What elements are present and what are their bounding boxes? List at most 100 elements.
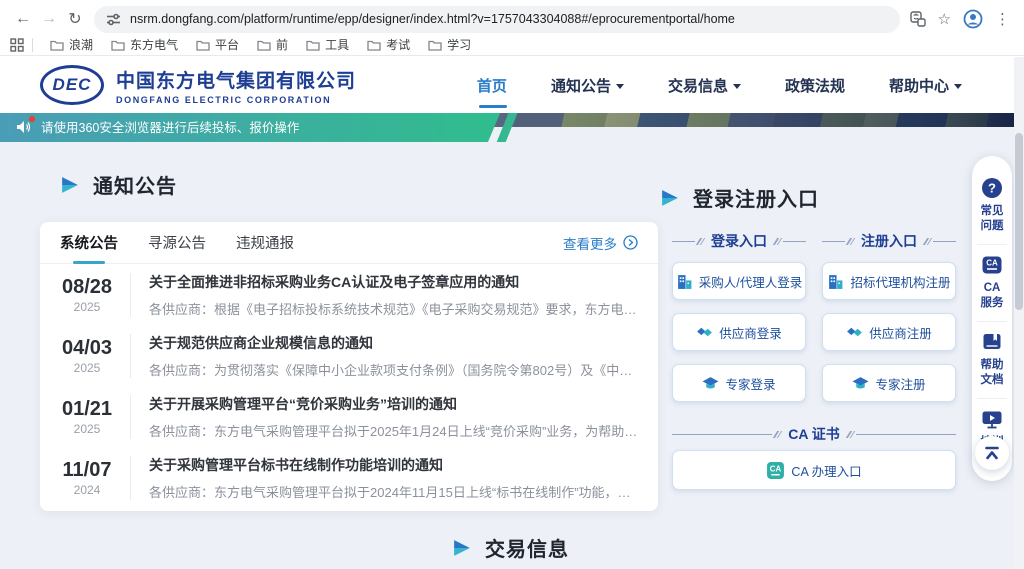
url-text: nsrm.dongfang.com/platform/runtime/epp/d… xyxy=(130,12,735,26)
chevron-down-icon xyxy=(733,84,741,89)
notice-card: 系统公告 寻源公告 违规通报 查看更多 08/28 2025 关于全面推进非招标… xyxy=(40,222,658,511)
divider xyxy=(130,334,131,378)
ticker-text: 请使用360安全浏览器进行后续投标、报价操作 xyxy=(41,117,299,136)
reload-icon[interactable]: ↻ xyxy=(62,9,88,29)
sidebar-item-faq[interactable]: ? 常见问题 xyxy=(977,168,1007,244)
expert-register-button[interactable]: 专家注册 xyxy=(822,364,956,402)
toolbar-right-icons: ☆ ⋮ xyxy=(910,9,1014,29)
purchaser-login-button[interactable]: 采购人/代理人登录 xyxy=(672,262,806,300)
chevron-down-icon xyxy=(616,84,624,89)
address-bar[interactable]: nsrm.dongfang.com/platform/runtime/epp/d… xyxy=(94,6,900,33)
sidebar-item-ca-service[interactable]: CA CA服务 xyxy=(977,244,1007,321)
ca-cert-header: CA 证书 xyxy=(672,424,956,444)
translate-icon[interactable] xyxy=(910,11,926,27)
section-title: 通知公告 xyxy=(93,170,177,199)
notice-date: 08/28 2025 xyxy=(54,276,120,314)
notice-list-item[interactable]: 01/21 2025 关于开展采购管理平台“竞价采购业务”培训的通知 各供应商：… xyxy=(40,386,658,447)
forward-icon[interactable]: → xyxy=(36,10,62,28)
notice-list-item[interactable]: 11/07 2024 关于采购管理平台标书在线制作功能培训的通知 各供应商：东方… xyxy=(40,447,658,508)
notice-desc: 各供应商：为贯彻落实《保障中小企业款项支付条例》（国务院令第802号）及《中小企… xyxy=(149,360,638,379)
bookmarks-separator xyxy=(32,38,33,52)
apps-grid-icon[interactable] xyxy=(10,38,24,52)
view-more-link[interactable]: 查看更多 xyxy=(563,233,638,253)
divider xyxy=(130,456,131,500)
handshake-icon xyxy=(846,324,863,341)
notice-tabs: 系统公告 寻源公告 违规通报 查看更多 xyxy=(40,222,658,264)
notice-list-item[interactable]: 04/03 2025 关于规范供应商企业规模信息的通知 各供应商：为贯彻落实《保… xyxy=(40,325,658,386)
notice-desc: 各供应商：东方电气采购管理平台拟于2025年1月24日上线“竞价采购”业务，为帮… xyxy=(149,421,638,440)
expert-login-button[interactable]: 专家登录 xyxy=(672,364,806,402)
notice-date: 11/07 2024 xyxy=(54,459,120,497)
page-scrollbar-thumb[interactable] xyxy=(1015,133,1023,310)
tab-violation-reports[interactable]: 违规通报 xyxy=(236,222,294,264)
bookmark-folder[interactable]: 考试 xyxy=(358,36,419,53)
nav-item-trade-info[interactable]: 交易信息 xyxy=(668,75,741,96)
section-title: 登录注册入口 xyxy=(693,183,819,212)
sidebar-item-help-docs[interactable]: 帮助文档 xyxy=(977,321,1007,398)
bookmark-folder[interactable]: 浪潮 xyxy=(41,36,102,53)
graduation-cap-icon xyxy=(702,375,719,392)
folder-icon xyxy=(50,39,64,51)
notice-title: 关于全面推进非招标采购业务CA认证及电子签章应用的通知 xyxy=(149,272,638,292)
back-icon[interactable]: ← xyxy=(10,10,36,28)
notice-date: 04/03 2025 xyxy=(54,337,120,375)
svg-text:?: ? xyxy=(988,181,996,196)
supplier-login-button[interactable]: 供应商登录 xyxy=(672,313,806,351)
bookmark-folder[interactable]: 平台 xyxy=(187,36,248,53)
question-icon: ? xyxy=(981,177,1003,199)
graduation-cap-icon xyxy=(852,375,869,392)
notice-list-item[interactable]: 08/28 2025 关于全面推进非招标采购业务CA认证及电子签章应用的通知 各… xyxy=(40,264,658,325)
notice-title: 关于采购管理平台标书在线制作功能培训的通知 xyxy=(149,455,638,475)
login-entry-header: 登录入口 xyxy=(672,231,806,251)
folder-icon xyxy=(196,39,210,51)
brand-logo-block[interactable]: DEC 中国东方电气集团有限公司 DONGFANG ELECTRIC CORPO… xyxy=(40,65,356,105)
nav-item-home[interactable]: 首页 xyxy=(477,75,507,96)
folder-icon xyxy=(111,39,125,51)
building-icon xyxy=(827,273,844,290)
profile-avatar-icon[interactable] xyxy=(963,9,983,29)
floating-sidebar: ? 常见问题 CA CA服务 帮助文档 培训视频 xyxy=(972,156,1012,481)
dec-logo: DEC xyxy=(40,65,104,105)
company-name-en: DONGFANG ELECTRIC CORPORATION xyxy=(116,95,356,105)
notice-ticker: 请使用360安全浏览器进行后续投标、报价操作 xyxy=(0,111,501,142)
ca-apply-button[interactable]: CA CA 办理入口 xyxy=(672,450,956,490)
login-register-grid: 采购人/代理人登录 招标代理机构注册 供应商登录 供应商注册 专家登录 xyxy=(672,262,956,402)
bookmark-folder[interactable]: 工具 xyxy=(297,36,358,53)
tab-sourcing-notices[interactable]: 寻源公告 xyxy=(148,222,206,264)
nav-item-policies[interactable]: 政策法规 xyxy=(785,75,845,96)
bookmark-folder[interactable]: 学习 xyxy=(419,36,480,53)
supplier-register-button[interactable]: 供应商注册 xyxy=(822,313,956,351)
bookmarks-bar: 浪潮 东方电气 平台 前 工具 考试 学习 xyxy=(0,34,1024,56)
browser-menu-icon[interactable]: ⋮ xyxy=(995,10,1010,28)
folder-icon xyxy=(306,39,320,51)
trade-section-heading: 交易信息 xyxy=(452,533,569,562)
folder-icon xyxy=(367,39,381,51)
circle-arrow-icon xyxy=(623,235,638,250)
login-section-heading: 登录注册入口 xyxy=(660,183,819,212)
document-icon xyxy=(981,331,1003,353)
bookmark-star-icon[interactable]: ☆ xyxy=(938,10,951,28)
company-name-block: 中国东方电气集团有限公司 DONGFANG ELECTRIC CORPORATI… xyxy=(116,66,356,105)
notice-section-heading: 通知公告 xyxy=(60,170,177,199)
page-scrollbar-track[interactable] xyxy=(1014,57,1024,569)
collapse-up-icon xyxy=(983,444,1001,462)
tune-icon xyxy=(106,12,121,27)
notice-date: 01/21 2025 xyxy=(54,398,120,436)
ca-icon: CA xyxy=(981,254,1003,276)
nav-item-notices[interactable]: 通知公告 xyxy=(551,75,624,96)
bookmark-folder[interactable]: 前 xyxy=(248,36,297,53)
browser-toolbar: ← → ↻ nsrm.dongfang.com/platform/runtime… xyxy=(0,0,1024,34)
notice-desc: 各供应商：东方电气采购管理平台拟于2024年11月15日上线“标书在线制作”功能… xyxy=(149,482,638,501)
collapse-sidebar-button[interactable] xyxy=(975,436,1009,470)
section-arrow-icon xyxy=(452,539,472,557)
divider xyxy=(130,273,131,317)
nav-item-help-center[interactable]: 帮助中心 xyxy=(889,75,962,96)
tab-system-notices[interactable]: 系统公告 xyxy=(60,222,118,264)
site-header: DEC 中国东方电气集团有限公司 DONGFANG ELECTRIC CORPO… xyxy=(0,57,1024,113)
svg-text:CA: CA xyxy=(986,258,998,267)
bookmark-folder[interactable]: 东方电气 xyxy=(102,36,187,53)
register-entry-header: 注册入口 xyxy=(822,231,956,251)
section-arrow-icon xyxy=(60,176,80,194)
bidding-agency-register-button[interactable]: 招标代理机构注册 xyxy=(822,262,956,300)
notice-desc: 各供应商：根据《电子招标投标系统技术规范》《电子采购交易规范》要求，东方电气采购… xyxy=(149,299,638,318)
